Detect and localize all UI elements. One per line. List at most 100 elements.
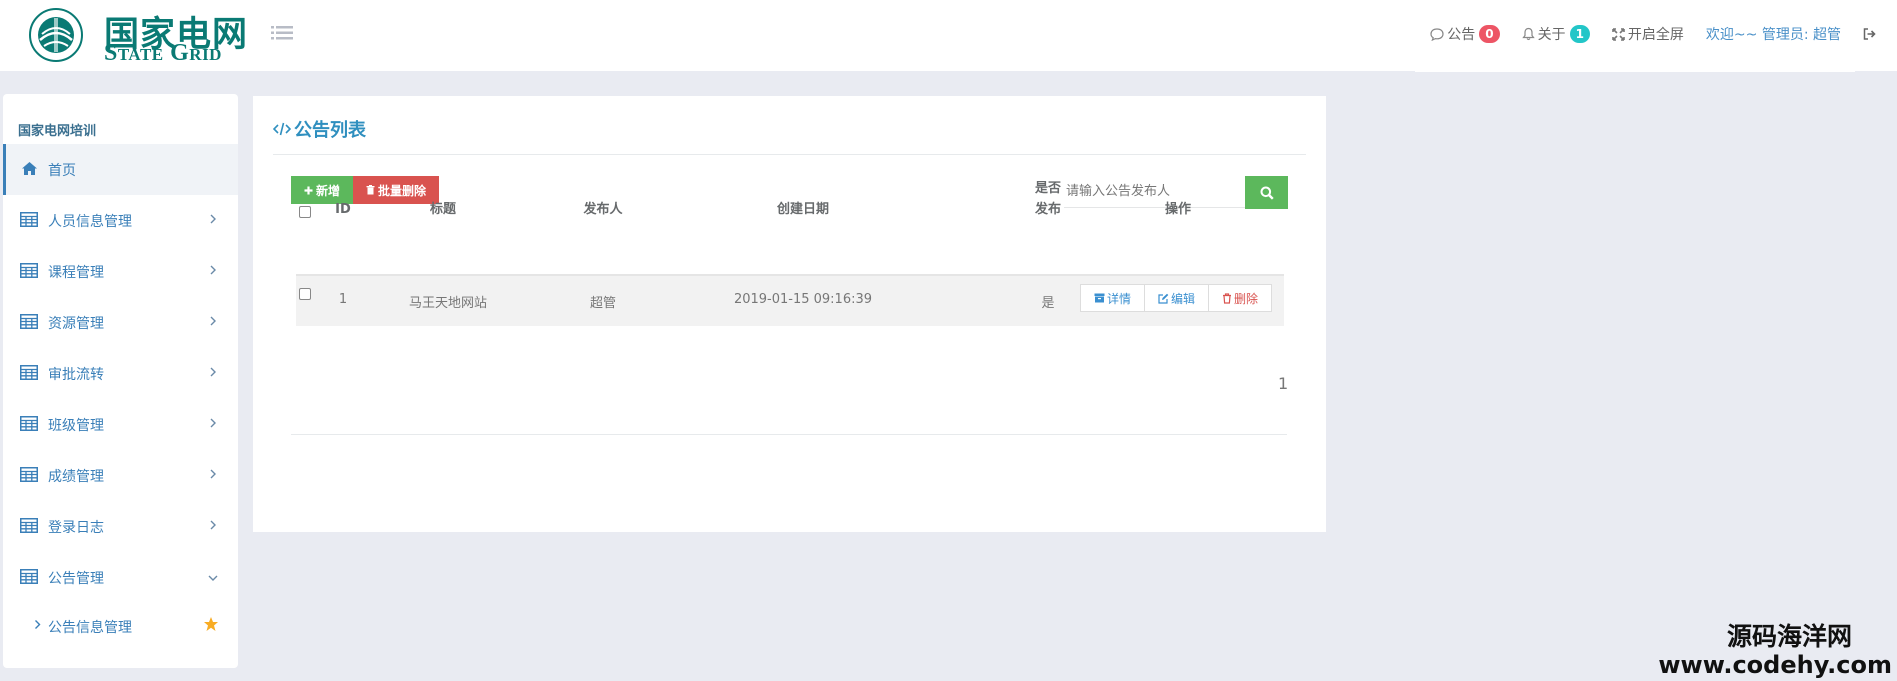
chevron-right-icon [210,520,216,530]
trash-icon [366,185,375,195]
sidebar-item-login-log[interactable]: 登录日志 [3,501,238,552]
state-grid-emblem-icon [29,8,83,62]
trash-icon [1222,292,1231,304]
about-count-badge: 1 [1569,25,1590,43]
select-all-checkbox[interactable] [299,206,311,218]
chevron-right-icon [210,367,216,377]
code-icon [273,122,291,136]
sign-out-icon [1863,28,1876,40]
search-icon [1260,186,1274,200]
about-link[interactable]: 关于 1 [1521,24,1590,44]
sidebar-item-resource[interactable]: 资源管理 [3,297,238,348]
th-created: 创建日期 [776,202,829,217]
notice-label: 公告 [1447,27,1476,43]
th-published-line1: 是否 [1034,181,1061,196]
expand-icon [1612,27,1625,41]
menu-toggle-icon[interactable] [271,24,293,42]
top-nav: 公告 0 关于 1 开启全屏 欢迎~~ 管理员: 超管 [1408,24,1879,44]
sidebar-item-notice[interactable]: 公告管理 [3,552,238,603]
watermark-url: www.codehy.com [1658,651,1892,679]
detail-button[interactable]: 详情 [1080,284,1145,312]
plus-icon [304,186,313,194]
chevron-right-icon [210,214,216,224]
sidebar-item-label: 审批流转 [48,367,104,383]
table-icon [20,518,38,533]
sidebar-item-score[interactable]: 成绩管理 [3,450,238,501]
delete-button[interactable]: 删除 [1209,284,1272,312]
cell-created: 2019-01-15 09:16:39 [733,292,873,307]
fullscreen-label: 开启全屏 [1627,27,1684,43]
table-icon [20,212,38,227]
sidebar-item-label: 班级管理 [48,418,104,434]
table-icon [20,467,38,482]
table-icon [20,416,38,431]
sidebar-title: 国家电网培训 [18,124,97,139]
title-divider [273,154,1306,155]
archive-icon [1094,293,1105,303]
page-title: 公告列表 [273,116,366,142]
add-button-label: 新增 [315,183,340,198]
sidebar-item-label: 首页 [48,163,76,179]
edit-button[interactable]: 编辑 [1145,284,1209,312]
top-header: 国家电网 State Grid 公告 0 关于 1 开启全屏 欢迎~~ 管理员:… [0,0,1897,71]
sidebar-item-personnel[interactable]: 人员信息管理 [3,195,238,246]
chevron-right-icon [210,316,216,326]
logo-text-en: State Grid [104,40,222,66]
th-title: 标题 [429,202,456,217]
sidebar-item-class[interactable]: 班级管理 [3,399,238,450]
star-icon [204,617,218,631]
sidebar-item-label: 资源管理 [48,316,104,332]
sidebar-item-label: 成绩管理 [48,469,104,485]
bell-icon [1521,27,1535,41]
sidebar-item-label: 课程管理 [48,265,104,281]
cell-published: 是 [1041,296,1055,311]
home-icon [22,162,37,175]
edit-icon [1158,293,1169,304]
chevron-right-icon [210,469,216,479]
watermark-cn: 源码海洋网 [1726,622,1852,651]
row-actions: 详情 编辑 删除 [1080,284,1272,312]
sidebar-item-label: 登录日志 [48,520,104,536]
th-publisher: 发布人 [583,202,623,217]
sidebar-item-label: 人员信息管理 [48,214,132,230]
table-icon [20,569,38,584]
notice-count-badge: 0 [1479,25,1500,43]
batch-delete-label: 批量删除 [377,183,426,198]
fullscreen-toggle[interactable]: 开启全屏 [1612,24,1684,44]
table-icon [20,314,38,329]
page-title-text: 公告列表 [294,120,366,141]
sidebar: 国家电网培训 首页 人员信息管理 课程管理 资源管理 审批流转 班级管理 成绩管… [3,94,238,668]
welcome-user[interactable]: 欢迎~~ 管理员: 超管 [1706,24,1841,44]
sidebar-item-course[interactable]: 课程管理 [3,246,238,297]
edit-label: 编辑 [1170,291,1195,306]
sidebar-item-approval[interactable]: 审批流转 [3,348,238,399]
chevron-right-icon [210,418,216,428]
th-id: ID [335,202,351,217]
row-checkbox[interactable] [299,288,311,300]
chevron-right-icon [35,620,41,629]
table-icon [20,365,38,380]
watermark: 源码海洋网 www.codehy.com [1658,622,1892,678]
th-published-line2: 发布 [1034,202,1061,217]
table-icon [20,263,38,278]
sidebar-subitem-label: 公告信息管理 [48,620,132,636]
detail-label: 详情 [1106,291,1131,306]
cell-title: 马王天地网站 [408,296,487,311]
pagination-page-1[interactable]: 1 [1278,374,1288,393]
sidebar-item-home[interactable]: 首页 [3,144,238,195]
logo: 国家电网 State Grid [28,4,247,66]
cell-id: 1 [338,292,348,307]
logout-button[interactable] [1863,28,1879,40]
notice-list-panel: 公告列表 新增 批量删除 ID 标题 发布人 创建日期 是否 发布 操作 1 马… [253,96,1326,532]
welcome-text: 欢迎~~ 管理员: 超管 [1705,27,1841,43]
chevron-down-icon [208,575,218,581]
table-footer-divider [291,434,1287,435]
chevron-right-icon [210,265,216,275]
comment-icon [1430,27,1444,41]
cell-publisher: 超管 [589,296,616,311]
about-label: 关于 [1537,27,1566,43]
sidebar-item-label: 公告管理 [48,571,104,587]
notice-link[interactable]: 公告 0 [1430,24,1500,44]
sidebar-subitem-notice-info[interactable]: 公告信息管理 [3,606,238,646]
delete-label: 删除 [1233,291,1258,306]
